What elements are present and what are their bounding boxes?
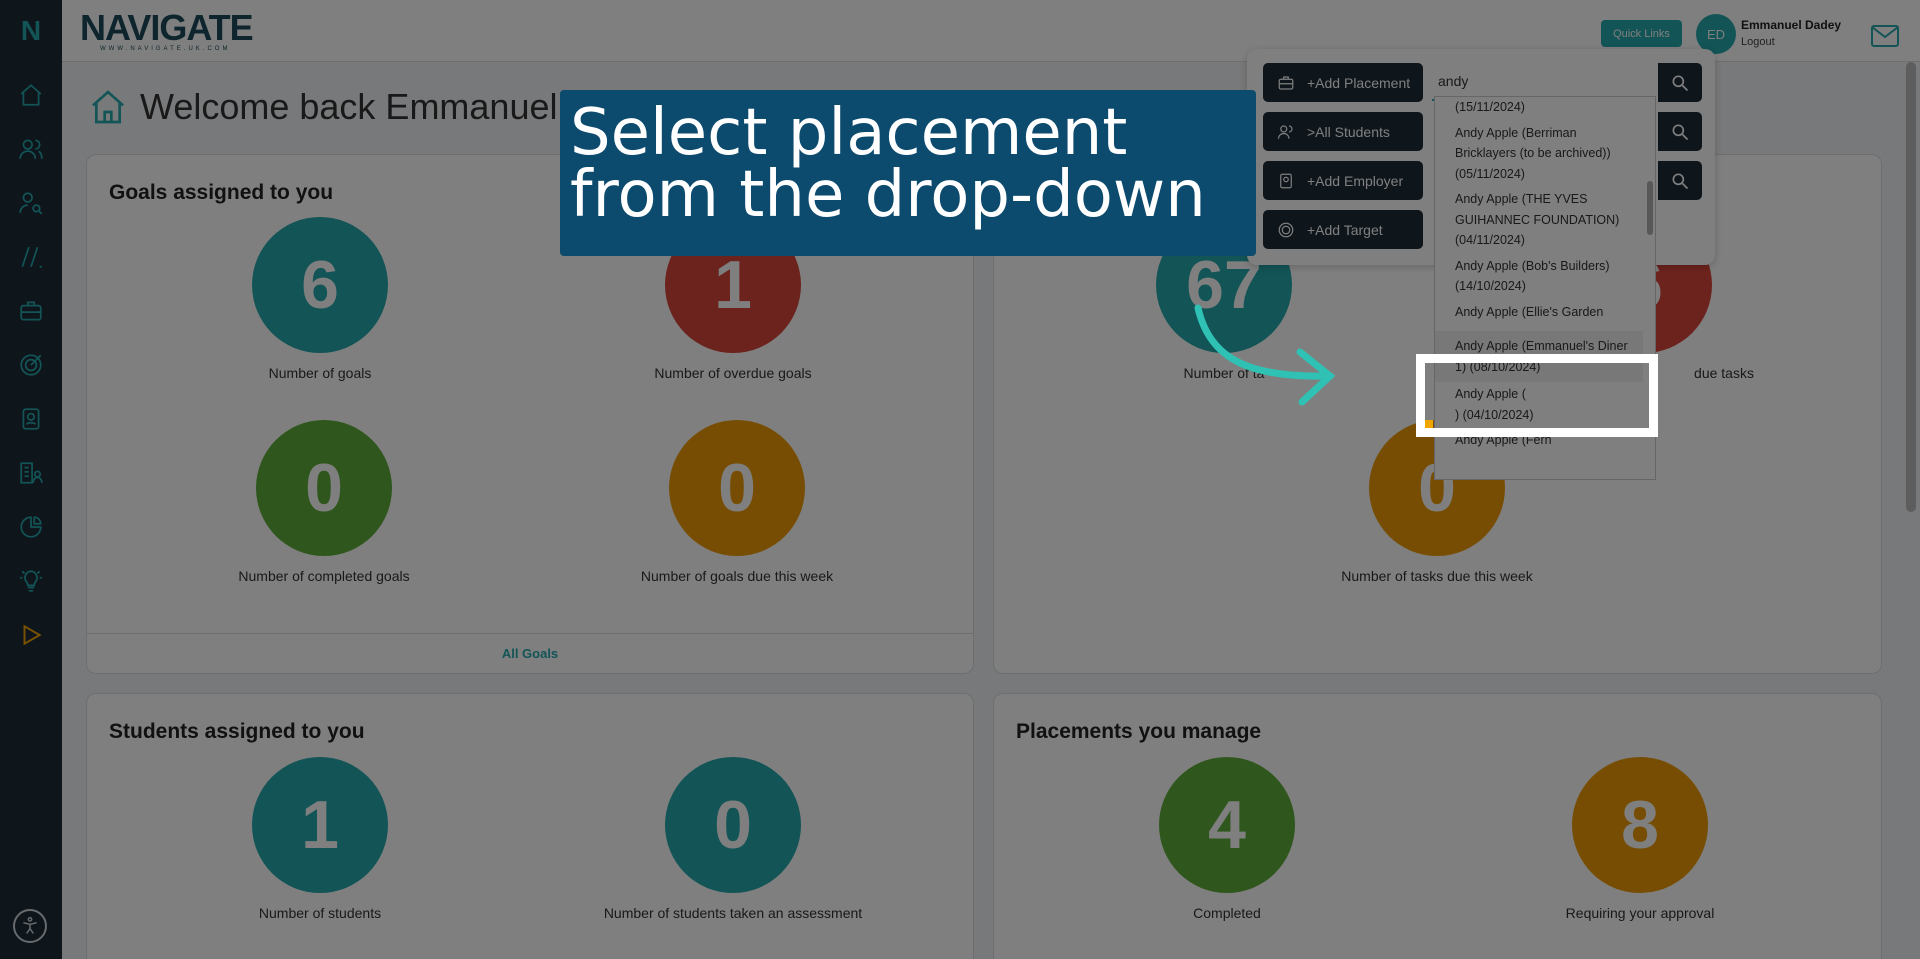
callout-line-1: Select placement xyxy=(570,96,1128,170)
callout-line-2: from the drop-down xyxy=(570,158,1206,232)
highlight-box xyxy=(1416,354,1658,437)
tutorial-callout: Select placement from the drop-down xyxy=(560,90,1256,256)
highlight-marker xyxy=(1425,420,1433,428)
arrow-icon xyxy=(1194,304,1336,406)
